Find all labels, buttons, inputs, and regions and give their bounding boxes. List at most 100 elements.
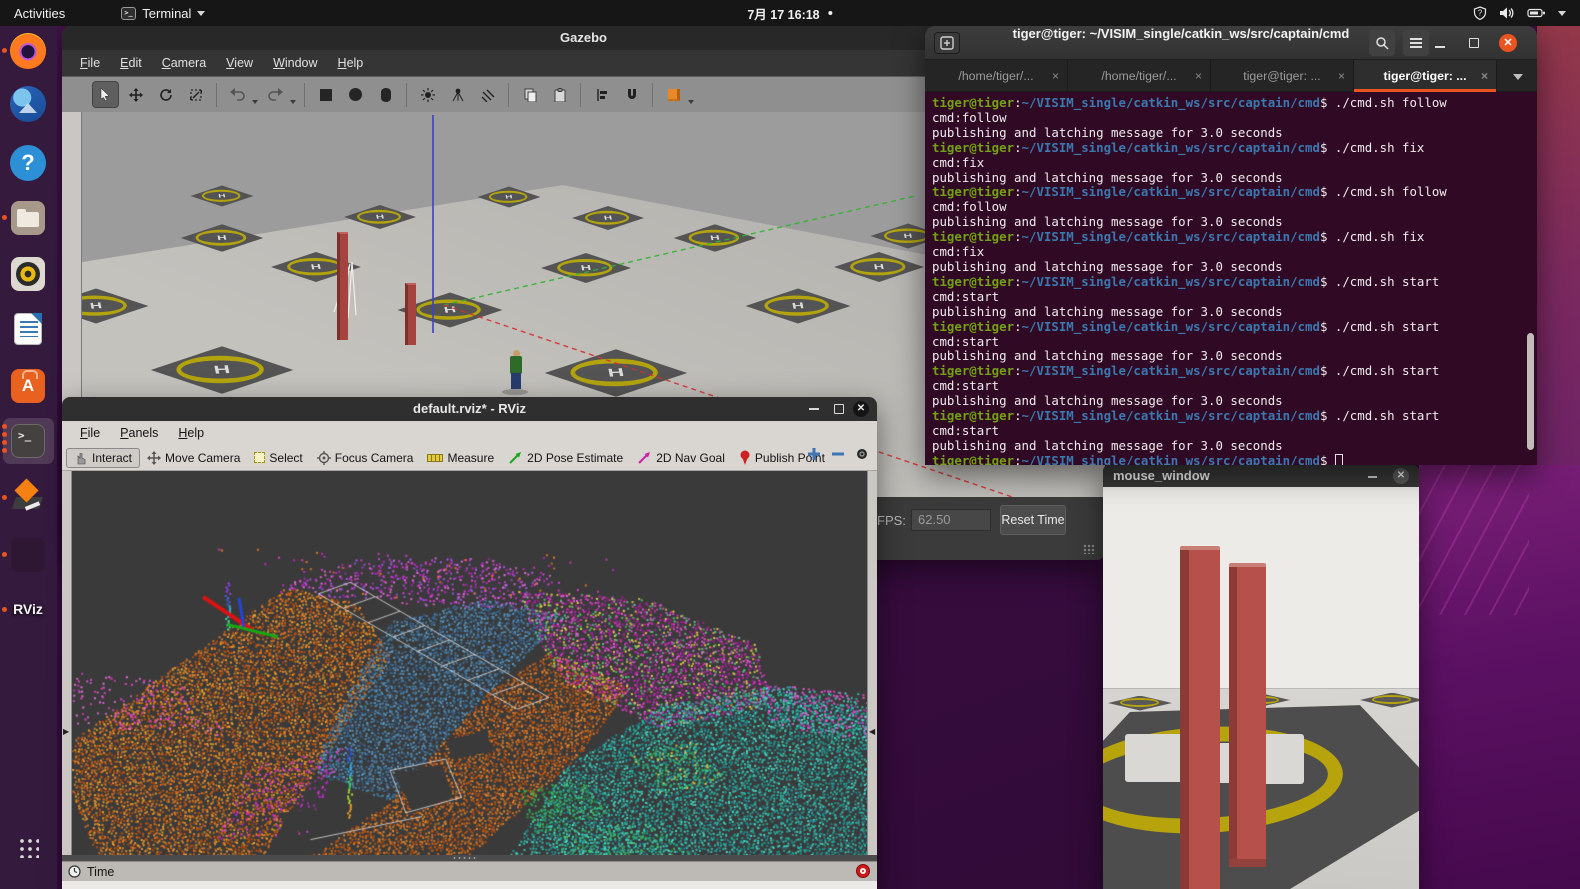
building-editor-dropdown-icon[interactable] <box>688 100 694 104</box>
gazebo-copy-button[interactable] <box>516 81 543 108</box>
gazebo-directional-light-button[interactable] <box>474 81 501 108</box>
dock-item-help[interactable]: ? <box>0 139 57 187</box>
tool-label: Move Camera <box>165 451 240 465</box>
dock-item-writer[interactable] <box>0 305 57 353</box>
tab-close-icon[interactable]: × <box>1195 69 1202 83</box>
tool-label: 2D Nav Goal <box>656 451 725 465</box>
rviz-tool-move-camera[interactable]: Move Camera <box>140 449 247 467</box>
redo-dropdown-icon[interactable] <box>290 100 296 104</box>
gazebo-menu-window[interactable]: Window <box>263 50 327 76</box>
fps-value-field[interactable]: 62.50 <box>911 509 991 531</box>
terminal-scrollbar-thumb[interactable] <box>1527 333 1534 450</box>
rviz-tool-nav-goal[interactable]: 2D Nav Goal <box>630 448 732 467</box>
activities-button[interactable]: Activities <box>14 6 65 21</box>
mouse-window-title-bar[interactable]: mouse_window ✕ <box>1103 465 1419 487</box>
terminal-tab-1[interactable]: /home/tiger/... × <box>925 60 1068 92</box>
terminal-line: cmd:follow <box>932 200 1537 215</box>
gazebo-align-button[interactable] <box>588 81 615 108</box>
dock-item-files[interactable] <box>0 194 57 242</box>
rviz-tool-select[interactable]: Select <box>247 449 309 467</box>
running-indicator <box>2 440 7 445</box>
rviz-menu-file[interactable]: File <box>70 421 110 445</box>
rviz-tool-interact[interactable]: Interact <box>66 448 140 468</box>
camera-eye-icon[interactable] <box>855 447 869 461</box>
tab-close-icon[interactable]: × <box>1481 69 1488 83</box>
system-status-area[interactable]: ? <box>1473 6 1566 20</box>
minimize-icon[interactable] <box>809 408 819 410</box>
new-tab-button[interactable] <box>934 32 960 54</box>
gazebo-menu-camera[interactable]: Camera <box>152 50 216 76</box>
reset-time-button[interactable]: Reset Time <box>1000 505 1066 535</box>
zoom-out-minus-icon[interactable] <box>831 447 845 461</box>
rviz-menu-help[interactable]: Help <box>168 421 214 445</box>
gazebo-insert-box-button[interactable] <box>312 81 339 108</box>
clock-button[interactable]: 7月 17 16:18 <box>747 4 832 23</box>
minimize-icon[interactable] <box>1435 46 1445 48</box>
rviz-tool-pose-estimate[interactable]: 2D Pose Estimate <box>501 448 630 467</box>
tab-close-icon[interactable]: × <box>1338 69 1345 83</box>
terminal-line: publishing and latching message for 3.0 … <box>932 171 1537 186</box>
gazebo-select-tool-button[interactable] <box>92 81 119 108</box>
rviz-tool-focus-camera[interactable]: Focus Camera <box>310 449 421 467</box>
gazebo-scale-tool-button[interactable] <box>182 81 209 108</box>
gazebo-paste-button[interactable] <box>546 81 573 108</box>
toolbar-separator <box>216 83 217 107</box>
time-panel-close-button[interactable] <box>856 864 870 878</box>
terminal-tab-4[interactable]: tiger@tiger: ... × <box>1354 60 1497 92</box>
tab-label: /home/tiger/... <box>1101 69 1176 83</box>
gazebo-menu-help[interactable]: Help <box>328 50 374 76</box>
undo-dropdown-icon[interactable] <box>252 100 258 104</box>
rviz-pointcloud-viewport[interactable] <box>72 471 867 855</box>
mouse-window-3d-view[interactable] <box>1103 487 1419 889</box>
minimize-icon[interactable] <box>1368 476 1377 478</box>
menu-button[interactable] <box>1403 30 1429 56</box>
dock-item-firefox[interactable] <box>0 27 57 75</box>
tab-list-dropdown-icon[interactable] <box>1513 74 1523 80</box>
gazebo-insert-cylinder-button[interactable] <box>372 81 399 108</box>
rviz-time-panel-header[interactable]: Time <box>62 861 877 881</box>
rviz-tool-measure[interactable]: Measure <box>420 449 501 467</box>
far-helipad <box>1108 696 1172 711</box>
tab-close-icon[interactable]: × <box>1052 69 1059 83</box>
rviz-right-panel-toggle[interactable]: ◀ <box>867 471 877 855</box>
show-applications-button[interactable] <box>17 836 39 858</box>
terminal-line: cmd:follow <box>932 111 1537 126</box>
terminal-tab-2[interactable]: /home/tiger/... × <box>1068 60 1211 92</box>
resize-grip-icon[interactable] <box>1083 544 1095 554</box>
gazebo-rotate-tool-button[interactable] <box>152 81 179 108</box>
terminal-body[interactable]: tiger@tiger:~/VISIM_single/catkin_ws/src… <box>925 92 1537 465</box>
dock-item-thunderbird[interactable] <box>0 80 57 128</box>
gazebo-point-light-button[interactable] <box>414 81 441 108</box>
app-menu-terminal[interactable]: >_ Terminal <box>121 6 205 21</box>
maximize-icon[interactable] <box>834 404 844 414</box>
close-icon[interactable]: ✕ <box>853 401 869 417</box>
maximize-icon[interactable] <box>1469 38 1479 48</box>
terminal-title-bar[interactable]: tiger@tiger: ~/VISIM_single/catkin_ws/sr… <box>925 26 1537 60</box>
dock-item-gazebo[interactable] <box>0 474 57 522</box>
gazebo-translate-tool-button[interactable] <box>122 81 149 108</box>
dock-item-software[interactable] <box>0 362 57 410</box>
dock-item-terminal[interactable] <box>0 417 57 465</box>
gazebo-undo-button[interactable] <box>224 81 251 108</box>
gazebo-menu-file[interactable]: File <box>70 50 110 76</box>
zoom-in-plus-icon[interactable] <box>807 447 821 461</box>
rviz-menu-panels[interactable]: Panels <box>110 421 168 445</box>
terminal-tab-3[interactable]: tiger@tiger: ... × <box>1211 60 1354 92</box>
rviz-left-panel-toggle[interactable]: ▶ <box>62 471 72 855</box>
gazebo-insert-sphere-button[interactable] <box>342 81 369 108</box>
dock-item-hidden-app[interactable] <box>0 531 57 579</box>
gazebo-redo-button[interactable] <box>262 81 289 108</box>
gazebo-menu-view[interactable]: View <box>216 50 263 76</box>
gazebo-menu-edit[interactable]: Edit <box>110 50 152 76</box>
rviz-title-bar[interactable]: default.rviz* - RViz ✕ <box>62 397 877 421</box>
running-indicator <box>2 215 7 220</box>
dock-item-rhythmbox[interactable] <box>0 250 57 298</box>
search-button[interactable] <box>1369 30 1395 56</box>
close-icon[interactable]: ✕ <box>1393 468 1409 484</box>
gazebo-building-editor-button[interactable] <box>660 81 687 108</box>
gazebo-snap-button[interactable] <box>618 81 645 108</box>
close-icon[interactable]: ✕ <box>1499 34 1517 52</box>
gazebo-spot-light-button[interactable] <box>444 81 471 108</box>
app-menu-label: Terminal <box>142 6 191 21</box>
dock-item-rviz[interactable]: RViz <box>0 586 57 634</box>
